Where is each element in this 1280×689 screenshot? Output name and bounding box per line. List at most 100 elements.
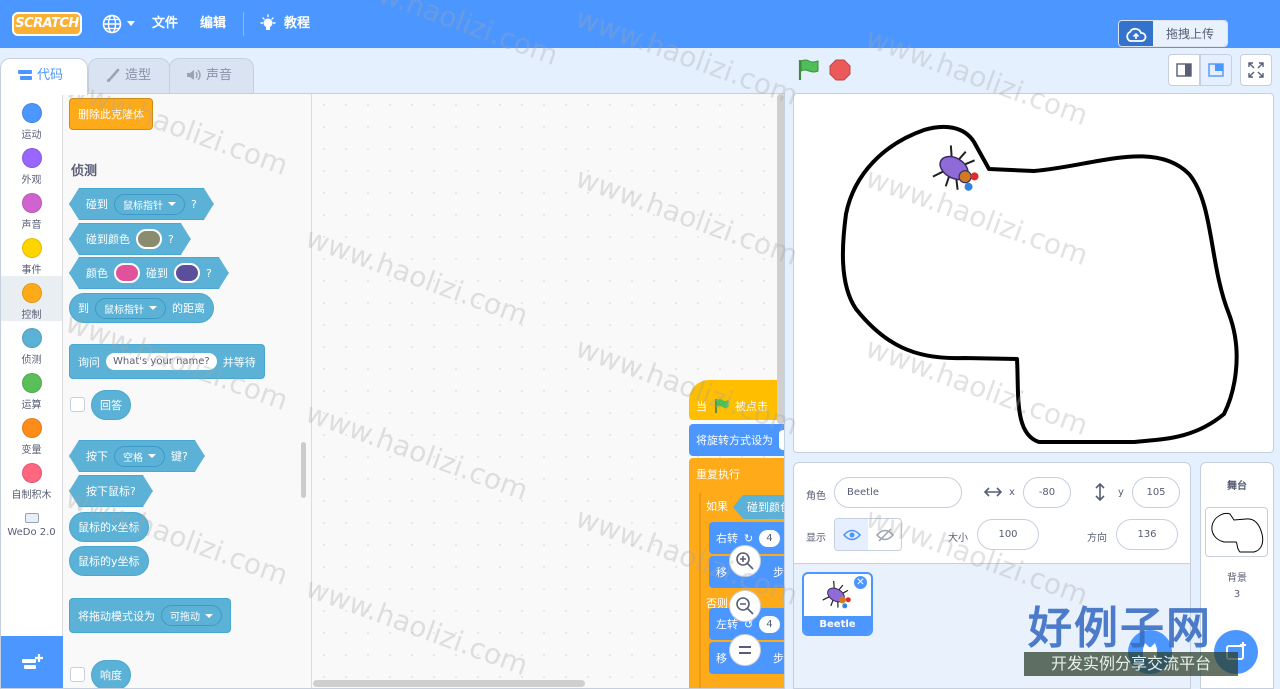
touching-color-condition[interactable]: 碰到颜色 — [733, 495, 784, 519]
tab-code-label: 代码 — [37, 68, 64, 83]
block-label: 碰到颜色 — [747, 501, 784, 514]
menu-file[interactable]: 文件 — [152, 0, 178, 48]
zoom-reset-button[interactable] — [729, 634, 761, 666]
show-sprite-button[interactable] — [835, 519, 868, 550]
category-motion[interactable]: 运动 — [1, 96, 62, 141]
category-sensing[interactable]: 侦测 — [1, 321, 62, 366]
category-operators[interactable]: 运算 — [1, 366, 62, 411]
rotation-dropdown[interactable] — [779, 430, 784, 450]
category-sound[interactable]: 声音 — [1, 186, 62, 231]
hide-sprite-button[interactable] — [868, 519, 901, 550]
wedo-extension-icon — [24, 513, 39, 523]
dropdown-value: 鼠标指针 — [104, 304, 144, 316]
delete-clone-block[interactable]: 删除此克隆体 — [69, 98, 153, 130]
key-pressed-block[interactable]: 按下 空格 键? — [69, 440, 205, 472]
drag-upload-button[interactable]: 拖拽上传 — [1118, 20, 1228, 47]
block-label: 键? — [171, 450, 188, 463]
stage-backdrop-thumbnail — [1205, 507, 1268, 557]
color-swatch[interactable] — [174, 263, 200, 283]
category-wedo[interactable]: WeDo 2.0 — [1, 501, 62, 546]
normal-stage-button[interactable] — [1200, 54, 1232, 86]
touching-target-dropdown[interactable]: 鼠标指针 — [114, 194, 185, 215]
category-looks[interactable]: 外观 — [1, 141, 62, 186]
x-input[interactable]: -80 — [1023, 477, 1071, 508]
variables-category-icon — [21, 418, 42, 438]
zoom-in-icon — [736, 552, 754, 570]
loudness-checkbox[interactable] — [70, 667, 85, 682]
mouse-y-block[interactable]: 鼠标的y坐标 — [69, 546, 149, 576]
key-dropdown[interactable]: 空格 — [114, 446, 165, 467]
tab-code[interactable]: 代码 — [0, 58, 88, 95]
answer-checkbox[interactable] — [70, 397, 85, 412]
small-stage-icon — [1176, 63, 1192, 77]
turn-degrees-input[interactable]: 4 — [759, 615, 780, 633]
stop-sign-icon[interactable] — [829, 59, 851, 81]
color-swatch[interactable] — [136, 229, 162, 249]
loudness-block[interactable]: 响度 — [91, 660, 131, 688]
script-area[interactable]: 当 被点击 将旋转方式设为 重复执行 如果 碰到颜色 右转 ↻ 4 移 步 否则… — [313, 94, 784, 688]
sprite-name-input[interactable]: Beetle — [834, 477, 962, 508]
turn-degrees-input[interactable]: 4 — [759, 529, 780, 547]
block-label: 碰到颜色 — [86, 233, 130, 246]
tab-costumes[interactable]: 造型 — [88, 58, 170, 94]
direction-input[interactable]: 136 — [1116, 519, 1178, 550]
when-flag-clicked-block[interactable]: 当 被点击 — [689, 380, 784, 420]
mouse-down-block[interactable]: 按下鼠标? — [69, 475, 153, 507]
tab-sounds[interactable]: 声音 — [169, 58, 254, 94]
color-touching-color-block[interactable]: 颜色 碰到 ? — [69, 257, 229, 289]
block-label: 响度 — [100, 669, 122, 682]
drag-mode-dropdown[interactable]: 可拖动 — [161, 605, 222, 626]
language-globe-icon[interactable] — [102, 14, 122, 34]
category-my-blocks[interactable]: 自制积木 — [1, 456, 62, 501]
backdrops-label: 背景 — [1227, 573, 1247, 584]
script-vertical-scrollbar[interactable] — [777, 94, 784, 424]
y-input[interactable]: 105 — [1132, 477, 1180, 508]
set-rotation-style-block[interactable]: 将旋转方式设为 — [689, 424, 784, 456]
category-variables[interactable]: 变量 — [1, 411, 62, 456]
language-dropdown-caret-icon[interactable] — [127, 21, 135, 26]
x-label: x — [1009, 487, 1015, 498]
dropdown-value: 鼠标指针 — [123, 200, 163, 212]
add-extension-button[interactable] — [1, 636, 63, 688]
block-label: 并等待 — [222, 355, 256, 369]
block-label: 移 — [716, 652, 727, 665]
palette-scrollbar[interactable] — [301, 442, 306, 498]
backdrop-drawing — [1211, 513, 1264, 553]
show-label: 显示 — [806, 533, 826, 544]
fullscreen-button[interactable] — [1240, 54, 1272, 86]
answer-block[interactable]: 回答 — [91, 390, 131, 420]
green-flag-icon[interactable] — [796, 59, 820, 81]
touching-block[interactable]: 碰到 鼠标指针 ? — [69, 188, 214, 220]
ask-and-wait-block[interactable]: 询问 What's your name? 并等待 — [69, 344, 265, 379]
category-label: 自制积木 — [11, 490, 52, 501]
block-label: 将旋转方式设为 — [696, 434, 773, 447]
color-swatch[interactable] — [114, 263, 140, 283]
stage-canvas[interactable] — [793, 93, 1274, 453]
scratch-logo[interactable]: SCRATCH — [12, 12, 82, 36]
zoom-in-button[interactable] — [729, 545, 761, 577]
category-label: WeDo 2.0 — [7, 527, 56, 538]
distance-to-block[interactable]: 到 鼠标指针 的距离 — [69, 293, 214, 323]
script-horizontal-scrollbar[interactable] — [313, 680, 585, 687]
control-category-icon — [21, 283, 42, 303]
delete-sprite-close-icon[interactable]: ✕ — [853, 575, 868, 590]
distance-target-dropdown[interactable]: 鼠标指针 — [95, 297, 166, 319]
menu-edit[interactable]: 编辑 — [200, 0, 226, 48]
tutorials-lightbulb-icon[interactable] — [258, 14, 278, 34]
small-stage-button[interactable] — [1168, 54, 1200, 86]
zoom-out-button[interactable] — [729, 590, 761, 622]
set-drag-mode-block[interactable]: 将拖动模式设为 可拖动 — [69, 598, 231, 633]
sprite-tile-name: Beetle — [804, 616, 871, 634]
touching-color-block[interactable]: 碰到颜色 ? — [69, 223, 191, 255]
category-control[interactable]: 控制 — [1, 276, 62, 321]
category-events[interactable]: 事件 — [1, 231, 62, 276]
green-flag-icon — [715, 399, 729, 413]
block-label: 到 — [78, 302, 89, 315]
menu-tutorials[interactable]: 教程 — [284, 0, 310, 48]
forever-label: 重复执行 — [696, 468, 740, 481]
sound-category-icon — [21, 193, 42, 213]
mouse-x-block[interactable]: 鼠标的x坐标 — [69, 512, 149, 542]
size-input[interactable]: 100 — [977, 519, 1039, 550]
ask-question-input[interactable]: What's your name? — [106, 353, 217, 370]
block-label: 询问 — [78, 355, 100, 369]
